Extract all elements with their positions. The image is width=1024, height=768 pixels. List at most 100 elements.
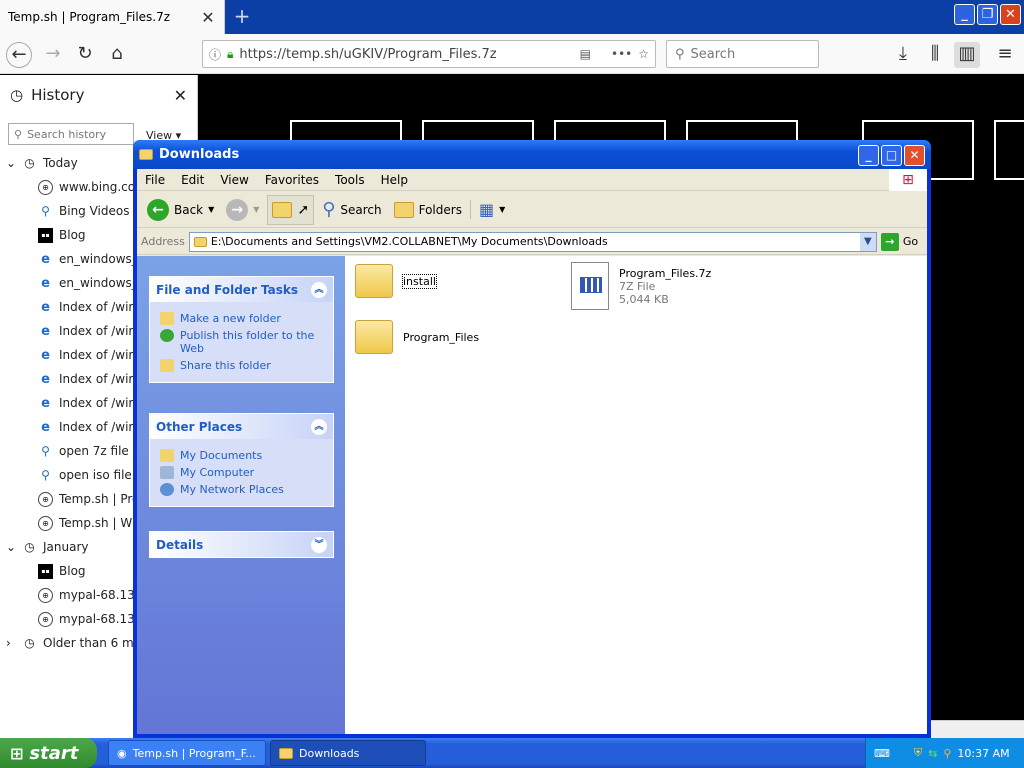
start-button[interactable]: ⊞ start	[0, 738, 97, 768]
download-icon[interactable]: ⤓	[890, 42, 916, 68]
reader-view-icon[interactable]: ▤	[580, 47, 591, 61]
minimize-button[interactable]: _	[954, 4, 975, 25]
menu-edit[interactable]: Edit	[173, 173, 212, 187]
home-icon[interactable]: ⌂	[104, 42, 130, 68]
windows-logo-icon: ⊞	[889, 169, 927, 191]
library-icon[interactable]: ⫼	[922, 42, 948, 68]
lock-icon: 🔒︎	[227, 46, 234, 61]
file-name: Program_Files.7z	[619, 266, 712, 280]
up-folder-button[interactable]: ➚	[267, 194, 315, 225]
task-label: Temp.sh | Program_F...	[132, 746, 256, 760]
views-button[interactable]: ▦ ▼	[469, 200, 509, 219]
my-documents-link[interactable]: My Documents	[160, 449, 323, 462]
ie-icon: e	[41, 299, 50, 315]
folders-button[interactable]: Folders	[390, 201, 466, 218]
panel-header[interactable]: Other Places ︽	[150, 414, 333, 439]
link-label: My Computer	[180, 466, 255, 479]
clock-icon: ◷	[24, 540, 35, 554]
back-arrow-icon: ←	[147, 198, 169, 221]
chevron-down-icon: ▼	[253, 205, 260, 214]
make-new-folder-link[interactable]: Make a new folder	[160, 312, 323, 325]
sidebar-title[interactable]: History	[31, 86, 166, 104]
chevron-down-icon[interactable]: ⌄	[6, 156, 16, 170]
go-label: Go	[902, 235, 919, 248]
keyboard-icon[interactable]: ⌨	[874, 747, 890, 760]
details-panel: Details ︾	[149, 531, 334, 558]
browser-tab[interactable]: Temp.sh | Program_Files.7z ✕	[0, 0, 225, 34]
my-network-places-link[interactable]: My Network Places	[160, 483, 323, 496]
menu-view[interactable]: View	[212, 173, 256, 187]
explorer-title: Downloads	[159, 147, 240, 162]
security-shield-icon[interactable]: ⛨	[914, 746, 922, 760]
publish-folder-link[interactable]: Publish this folder to the Web	[160, 329, 323, 355]
url-text[interactable]: https://temp.sh/uGKIV/Program_Files.7z	[239, 47, 573, 62]
chevron-right-icon[interactable]: ›	[6, 636, 16, 650]
url-bar[interactable]: ⓘ 🔒︎ https://temp.sh/uGKIV/Program_Files…	[202, 40, 656, 68]
forward-button[interactable]: → ▼	[222, 198, 263, 221]
search-tray-icon[interactable]: ⚲	[943, 747, 951, 760]
search-button[interactable]: ⚲ Search	[318, 199, 385, 220]
chevron-down-icon[interactable]: ▼	[208, 205, 214, 214]
address-label: Address	[141, 235, 185, 248]
explorer-maximize-button[interactable]: □	[881, 145, 902, 166]
bookmark-star-icon[interactable]: ☆	[638, 47, 649, 61]
collapse-icon[interactable]: ︽	[311, 418, 327, 435]
menu-file[interactable]: File	[137, 173, 173, 187]
publish-web-icon	[160, 329, 174, 342]
history-entry-label: Bing Videos	[59, 204, 130, 218]
share-folder-link[interactable]: Share this folder	[160, 359, 323, 372]
explorer-minimize-button[interactable]: _	[858, 145, 879, 166]
task-pane: File and Folder Tasks ︽ Make a new folde…	[137, 256, 345, 734]
up-folder-icon	[272, 201, 293, 218]
address-dropdown-icon[interactable]: ▼	[859, 232, 876, 251]
menu-tools[interactable]: Tools	[327, 173, 373, 187]
panel-header[interactable]: File and Folder Tasks ︽	[150, 277, 333, 302]
taskbar-item-browser[interactable]: ◉ Temp.sh | Program_F...	[108, 740, 266, 766]
chevron-down-icon: ▼	[499, 205, 506, 214]
close-sidebar-icon[interactable]: ✕	[174, 86, 187, 105]
my-computer-link[interactable]: My Computer	[160, 466, 323, 479]
folder-install[interactable]: install	[355, 264, 437, 298]
address-bar: Address E:\Documents and Settings\VM2.CO…	[137, 229, 927, 255]
link-label: Publish this folder to the Web	[180, 329, 315, 355]
back-button[interactable]: ← Back ▼	[143, 198, 218, 221]
my-computer-icon	[160, 466, 174, 479]
horizontal-scrollbar[interactable]	[930, 720, 1024, 738]
panel-title: Other Places	[156, 419, 243, 434]
other-places-panel: Other Places ︽ My Documents My Computer …	[149, 413, 334, 507]
menu-icon[interactable]: ≡	[992, 42, 1018, 68]
explorer-titlebar[interactable]: Downloads	[133, 140, 931, 169]
system-tray: ⌨ ⛨ ⇆ ⚲ 10:37 AM	[865, 738, 1024, 768]
folder-program-files[interactable]: Program_Files	[355, 320, 479, 354]
menu-help[interactable]: Help	[373, 173, 416, 187]
sidebar-toggle-icon[interactable]: ▥	[954, 42, 980, 68]
back-icon[interactable]: ←	[6, 42, 32, 68]
history-search-input[interactable]: ⚲ Search history	[8, 123, 134, 145]
search-placeholder: Search	[690, 46, 736, 62]
maximize-button[interactable]: ❐	[977, 4, 998, 25]
collapse-icon[interactable]: ︽	[311, 281, 327, 298]
file-size: 5,044 KB	[619, 292, 669, 306]
go-button[interactable]: → Go	[880, 232, 919, 251]
address-text[interactable]: E:\Documents and Settings\VM2.COLLABNET\…	[211, 235, 608, 248]
close-tab-icon[interactable]: ✕	[200, 8, 216, 27]
new-tab-button[interactable]: +	[230, 4, 254, 28]
task-label: Downloads	[299, 746, 360, 760]
panel-header[interactable]: Details ︾	[150, 532, 333, 557]
network-icon[interactable]: ⇆	[928, 747, 937, 760]
chevron-down-icon[interactable]: ⌄	[6, 540, 16, 554]
page-actions-icon[interactable]: •••	[611, 47, 632, 61]
expand-icon[interactable]: ︾	[311, 536, 327, 553]
file-view: install Program_Files.7z 7Z File 5,044 K…	[345, 256, 927, 734]
info-icon[interactable]: ⓘ	[209, 46, 221, 63]
reload-icon[interactable]: ↻	[72, 42, 98, 68]
explorer-close-button[interactable]: ✕	[904, 145, 925, 166]
address-field[interactable]: E:\Documents and Settings\VM2.COLLABNET\…	[188, 231, 877, 252]
taskbar-item-downloads[interactable]: Downloads	[270, 740, 426, 766]
forward-icon[interactable]: →	[40, 42, 66, 68]
clock: 10:37 AM	[957, 746, 1010, 760]
file-program-files-7z[interactable]: Program_Files.7z 7Z File 5,044 KB	[571, 262, 711, 310]
search-input[interactable]: ⚲ Search	[666, 40, 819, 68]
menu-favorites[interactable]: Favorites	[257, 173, 327, 187]
close-window-button[interactable]: ✕	[1000, 4, 1021, 25]
